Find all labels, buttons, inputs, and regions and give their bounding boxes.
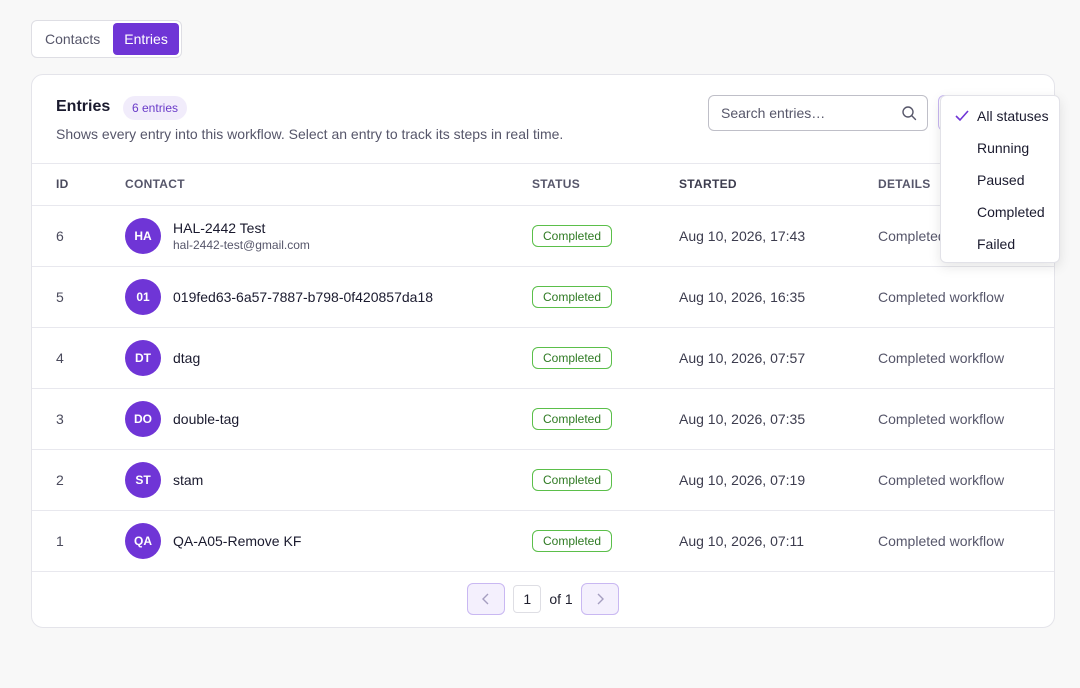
started-time: Aug 10, 2026, 17:43 bbox=[679, 205, 878, 267]
column-header-id: ID bbox=[32, 164, 125, 206]
status-option-running[interactable]: Running bbox=[941, 132, 1059, 164]
avatar: DO bbox=[125, 400, 161, 437]
table-header-row: ID CONTACT STATUS STARTED DETAILS bbox=[32, 164, 1054, 206]
entries-table: ID CONTACT STATUS STARTED DETAILS 6 HA H… bbox=[32, 164, 1054, 572]
avatar: ST bbox=[125, 461, 161, 498]
avatar: DT bbox=[125, 339, 161, 376]
card-description: Shows every entry into this workflow. Se… bbox=[56, 126, 564, 142]
contact-name: double-tag bbox=[173, 410, 240, 427]
entry-id: 3 bbox=[32, 388, 125, 450]
entry-id: 1 bbox=[32, 510, 125, 572]
status-badge: Completed bbox=[532, 224, 613, 247]
entry-details: Completed workflow bbox=[878, 388, 1054, 450]
column-header-started: STARTED bbox=[679, 164, 878, 206]
status-option-label: All statuses bbox=[977, 108, 1049, 124]
started-time: Aug 10, 2026, 07:57 bbox=[679, 327, 878, 389]
table-row[interactable]: 3 DO double-tag Completed Aug 10, 2026, … bbox=[32, 388, 1054, 450]
tab-entries[interactable]: Entries bbox=[113, 23, 179, 55]
status-option-label: Paused bbox=[977, 172, 1025, 188]
entry-id: 2 bbox=[32, 449, 125, 511]
chevron-right-icon bbox=[597, 593, 604, 605]
started-time: Aug 10, 2026, 07:11 bbox=[679, 510, 878, 572]
contact-name: HAL-2442 Test bbox=[173, 219, 266, 236]
contact-cell: 01 019fed63-6a57-7887-b798-0f420857da18 bbox=[125, 278, 532, 315]
entry-details: Completed workflow bbox=[878, 266, 1054, 328]
table-row[interactable]: 6 HA HAL-2442 Test hal-2442-test@gmail.c… bbox=[32, 205, 1054, 267]
table-row[interactable]: 5 01 019fed63-6a57-7887-b798-0f420857da1… bbox=[32, 266, 1054, 328]
card-title: Entries bbox=[56, 98, 111, 115]
table-row[interactable]: 4 DT dtag Completed Aug 10, 2026, 07:57 … bbox=[32, 327, 1054, 389]
check-icon bbox=[955, 110, 969, 122]
status-option-label: Running bbox=[977, 140, 1030, 156]
tab-contacts[interactable]: Contacts bbox=[34, 23, 111, 55]
status-option-paused[interactable]: Paused bbox=[941, 164, 1059, 196]
contact-cell: HA HAL-2442 Test hal-2442-test@gmail.com bbox=[125, 217, 532, 254]
contact-name: 019fed63-6a57-7887-b798-0f420857da18 bbox=[173, 288, 434, 305]
pagination: 1 of 1 bbox=[32, 583, 1054, 615]
contact-email: hal-2442-test@gmail.com bbox=[173, 237, 310, 252]
avatar: HA bbox=[125, 217, 161, 254]
started-time: Aug 10, 2026, 16:35 bbox=[679, 266, 878, 328]
entries-count-badge: 6 entries bbox=[123, 96, 188, 120]
status-badge: Completed bbox=[532, 468, 613, 491]
status-option-label: Completed bbox=[977, 204, 1045, 220]
entry-id: 5 bbox=[32, 266, 125, 328]
view-tabs: Contacts Entries bbox=[31, 20, 182, 58]
search-box bbox=[708, 95, 928, 131]
contact-cell: DO double-tag bbox=[125, 400, 532, 437]
page-total-label: of 1 bbox=[549, 591, 573, 607]
column-header-status: STATUS bbox=[532, 164, 679, 206]
contact-name: QA-A05-Remove KF bbox=[173, 532, 302, 549]
contact-cell: DT dtag bbox=[125, 339, 532, 376]
next-page-button[interactable] bbox=[580, 583, 619, 615]
contact-name: dtag bbox=[173, 349, 201, 366]
status-option-all[interactable]: All statuses bbox=[941, 100, 1059, 132]
current-page-input[interactable]: 1 bbox=[513, 585, 542, 613]
contact-cell: QA QA-A05-Remove KF bbox=[125, 522, 532, 559]
status-option-completed[interactable]: Completed bbox=[941, 196, 1059, 228]
status-option-failed[interactable]: Failed bbox=[941, 228, 1059, 260]
avatar: 01 bbox=[125, 278, 161, 315]
card-header: Entries 6 entries Shows every entry into… bbox=[32, 75, 1054, 164]
entry-details: Completed workflow bbox=[878, 327, 1054, 389]
search-icon[interactable] bbox=[901, 105, 917, 121]
status-badge: Completed bbox=[532, 285, 613, 308]
contact-name: stam bbox=[173, 471, 204, 488]
entry-id: 4 bbox=[32, 327, 125, 389]
entries-card: Entries 6 entries Shows every entry into… bbox=[31, 74, 1055, 628]
table-row[interactable]: 1 QA QA-A05-Remove KF Completed Aug 10, … bbox=[32, 510, 1054, 572]
started-time: Aug 10, 2026, 07:35 bbox=[679, 388, 878, 450]
previous-page-button[interactable] bbox=[467, 583, 506, 615]
search-input[interactable] bbox=[721, 105, 891, 121]
status-badge: Completed bbox=[532, 346, 613, 369]
entry-details: Completed workflow bbox=[878, 510, 1054, 572]
started-time: Aug 10, 2026, 07:19 bbox=[679, 449, 878, 511]
entry-details: Completed workflow bbox=[878, 449, 1054, 511]
status-option-label: Failed bbox=[977, 236, 1016, 252]
avatar: QA bbox=[125, 522, 161, 559]
column-header-contact: CONTACT bbox=[125, 164, 532, 206]
status-badge: Completed bbox=[532, 529, 613, 552]
status-filter-menu: All statuses Running Paused Completed Fa… bbox=[940, 95, 1060, 263]
table-row[interactable]: 2 ST stam Completed Aug 10, 2026, 07:19 … bbox=[32, 449, 1054, 511]
status-badge: Completed bbox=[532, 407, 613, 430]
entry-id: 6 bbox=[32, 205, 125, 267]
contact-cell: ST stam bbox=[125, 461, 532, 498]
chevron-left-icon bbox=[482, 593, 489, 605]
